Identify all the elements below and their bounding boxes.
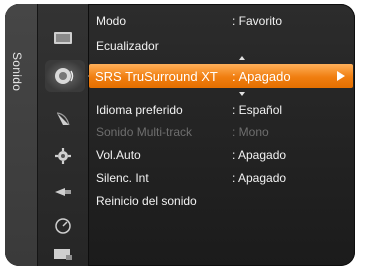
menu-item-value: : Favorito (232, 14, 283, 28)
menu-item-label: Reinicio del sonido (96, 194, 197, 208)
sound-icon[interactable] (45, 60, 85, 92)
menu-item-srs-trusurround-xt[interactable]: SRS TruSurround XT : Apagado (89, 64, 353, 88)
channel-icon[interactable] (51, 107, 75, 131)
support-icon[interactable] (51, 242, 75, 266)
menu-item-value: : Mono (232, 125, 269, 139)
menu-item-label: Silenc. Int (96, 171, 149, 185)
sound-menu-list: Modo : Favorito Ecualizador SRS TruSurro… (89, 4, 355, 266)
menu-item-value: : Español (232, 103, 283, 117)
application-icon[interactable] (51, 214, 75, 238)
menu-item-value: : Apagado (232, 171, 287, 185)
menu-item-label: Vol.Auto (96, 148, 141, 162)
category-tab: Sonido (5, 4, 38, 266)
category-icon-column (38, 4, 89, 266)
menu-item-reinicio-del-sonido[interactable]: Reinicio del sonido (91, 190, 355, 212)
chevron-right-icon[interactable] (337, 71, 345, 81)
menu-item-vol-auto[interactable]: Vol.Auto : Apagado (91, 144, 355, 166)
osd-menu-panel: Sonido Modo : Favorito Ecualizador SRS T… (5, 4, 355, 266)
menu-item-silenc-int[interactable]: Silenc. Int : Apagado (91, 167, 355, 189)
picture-icon[interactable] (51, 26, 75, 50)
setup-icon[interactable] (51, 144, 75, 168)
menu-item-sonido-multi-track: Sonido Multi-track : Mono (91, 121, 355, 143)
menu-item-ecualizador[interactable]: Ecualizador (91, 35, 355, 57)
menu-item-label: Idioma preferido (96, 103, 183, 117)
menu-item-value: : Apagado (232, 148, 287, 162)
menu-item-idioma-preferido[interactable]: Idioma preferido : Español (91, 99, 355, 121)
menu-item-label: Ecualizador (96, 39, 159, 53)
category-tab-label: Sonido (10, 52, 24, 92)
menu-item-label: Modo (96, 14, 127, 28)
chevron-down-icon (239, 92, 245, 96)
menu-item-label: Sonido Multi-track (96, 125, 193, 139)
menu-item-value: : Apagado (232, 68, 291, 84)
menu-item-modo[interactable]: Modo : Favorito (91, 10, 355, 32)
input-icon[interactable] (51, 180, 75, 204)
chevron-up-icon (239, 56, 245, 60)
menu-item-label: SRS TruSurround XT (95, 68, 218, 84)
